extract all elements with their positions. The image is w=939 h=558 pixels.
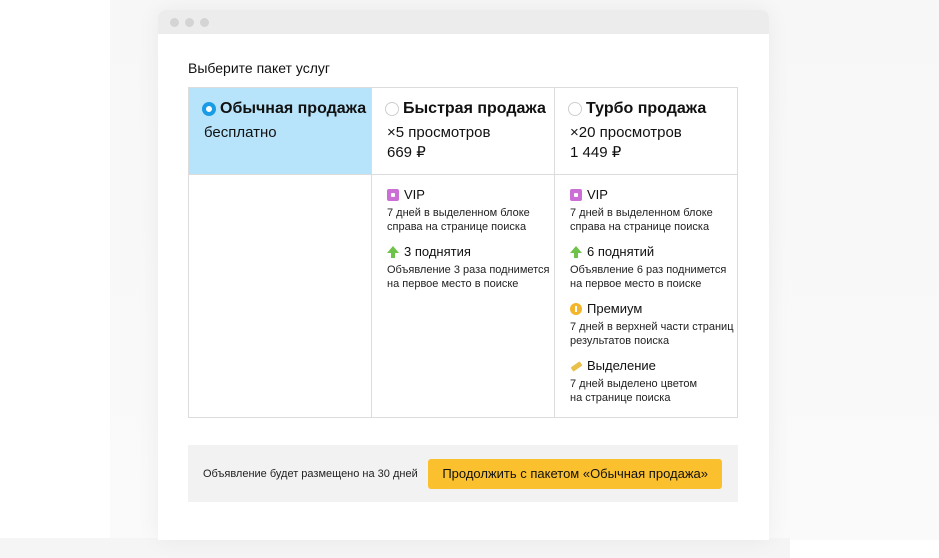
features-regular xyxy=(189,175,372,417)
feature-title: 3 поднятия xyxy=(404,244,471,259)
window-dot-close[interactable] xyxy=(170,17,179,27)
package-views: ×5 просмотров xyxy=(387,124,491,141)
footer-bar: Объявление будет размещено на 30 дней Пр… xyxy=(188,445,738,502)
package-table: Обычная продажа бесплатно Быстрая продаж… xyxy=(188,87,738,418)
placement-duration-text: Объявление будет размещено на 30 дней xyxy=(203,467,418,480)
feature-desc: Объявление 6 раз поднимется на первое мес… xyxy=(570,264,727,290)
background-strip xyxy=(0,538,790,558)
radio-selected-icon[interactable] xyxy=(202,102,216,116)
arrow-up-icon xyxy=(570,245,582,258)
browser-window: Выберите пакет услуг Обычная продажа бес… xyxy=(158,10,769,540)
page-heading: Выберите пакет услуг xyxy=(188,60,330,76)
feature-title: 6 поднятий xyxy=(587,244,655,259)
feature-title: VIP xyxy=(587,187,608,202)
radio-icon[interactable] xyxy=(385,102,399,116)
feature-desc: Объявление 3 раза поднимется на первое ме… xyxy=(387,264,550,290)
package-title: Быстрая продажа xyxy=(403,100,546,117)
feature-item: VIP 7 дней в выделенном блоке справа на с… xyxy=(387,187,554,234)
feature-item: VIP 7 дней в выделенном блоке справа на с… xyxy=(570,187,737,234)
feature-item: 6 поднятий Объявление 6 раз поднимется на… xyxy=(570,244,737,291)
vip-icon xyxy=(387,188,399,201)
package-views: ×20 просмотров xyxy=(570,124,682,141)
feature-item: Премиум 7 дней в верхней части страниц ре… xyxy=(570,301,737,348)
package-title: Обычная продажа xyxy=(220,100,367,117)
feature-item: Выделение 7 дней выделено цветом на стран… xyxy=(570,358,737,405)
feature-title: VIP xyxy=(404,187,425,202)
package-option-fast[interactable]: Быстрая продажа ×5 просмотров 669 ₽ xyxy=(372,88,555,175)
package-title-row: Обычная продажа xyxy=(202,100,371,118)
feature-title: Выделение xyxy=(587,358,656,373)
feature-title: Премиум xyxy=(587,301,643,316)
package-price: 669 ₽ xyxy=(387,144,426,161)
radio-icon[interactable] xyxy=(568,102,582,116)
window-dot-minimize[interactable] xyxy=(185,17,194,27)
feature-desc: 7 дней в выделенном блоке справа на стран… xyxy=(387,207,530,233)
features-turbo: VIP 7 дней в выделенном блоке справа на с… xyxy=(555,175,737,417)
package-option-regular[interactable]: Обычная продажа бесплатно xyxy=(189,88,372,175)
continue-button[interactable]: Продолжить с пакетом «Обычная продажа» xyxy=(428,458,722,489)
feature-item: 3 поднятия Объявление 3 раза поднимется н… xyxy=(387,244,554,291)
highlight-icon xyxy=(570,360,582,372)
premium-icon xyxy=(570,302,582,315)
package-price: 1 449 ₽ xyxy=(570,144,622,161)
feature-desc: 7 дней в верхней части страниц результато… xyxy=(570,321,734,347)
package-title: Турбо продажа xyxy=(586,100,707,117)
package-title-row: Турбо продажа xyxy=(568,100,737,118)
package-price: бесплатно xyxy=(204,124,277,141)
feature-desc: 7 дней выделено цветом на странице поиска xyxy=(570,378,698,404)
features-fast: VIP 7 дней в выделенном блоке справа на с… xyxy=(372,175,555,417)
vip-icon xyxy=(570,188,582,201)
feature-desc: 7 дней в выделенном блоке справа на стран… xyxy=(570,207,713,233)
window-dot-maximize[interactable] xyxy=(200,17,209,27)
arrow-up-icon xyxy=(387,245,399,258)
window-titlebar xyxy=(158,10,769,34)
package-title-row: Быстрая продажа xyxy=(385,100,554,118)
package-option-turbo[interactable]: Турбо продажа ×20 просмотров 1 449 ₽ xyxy=(555,88,737,175)
